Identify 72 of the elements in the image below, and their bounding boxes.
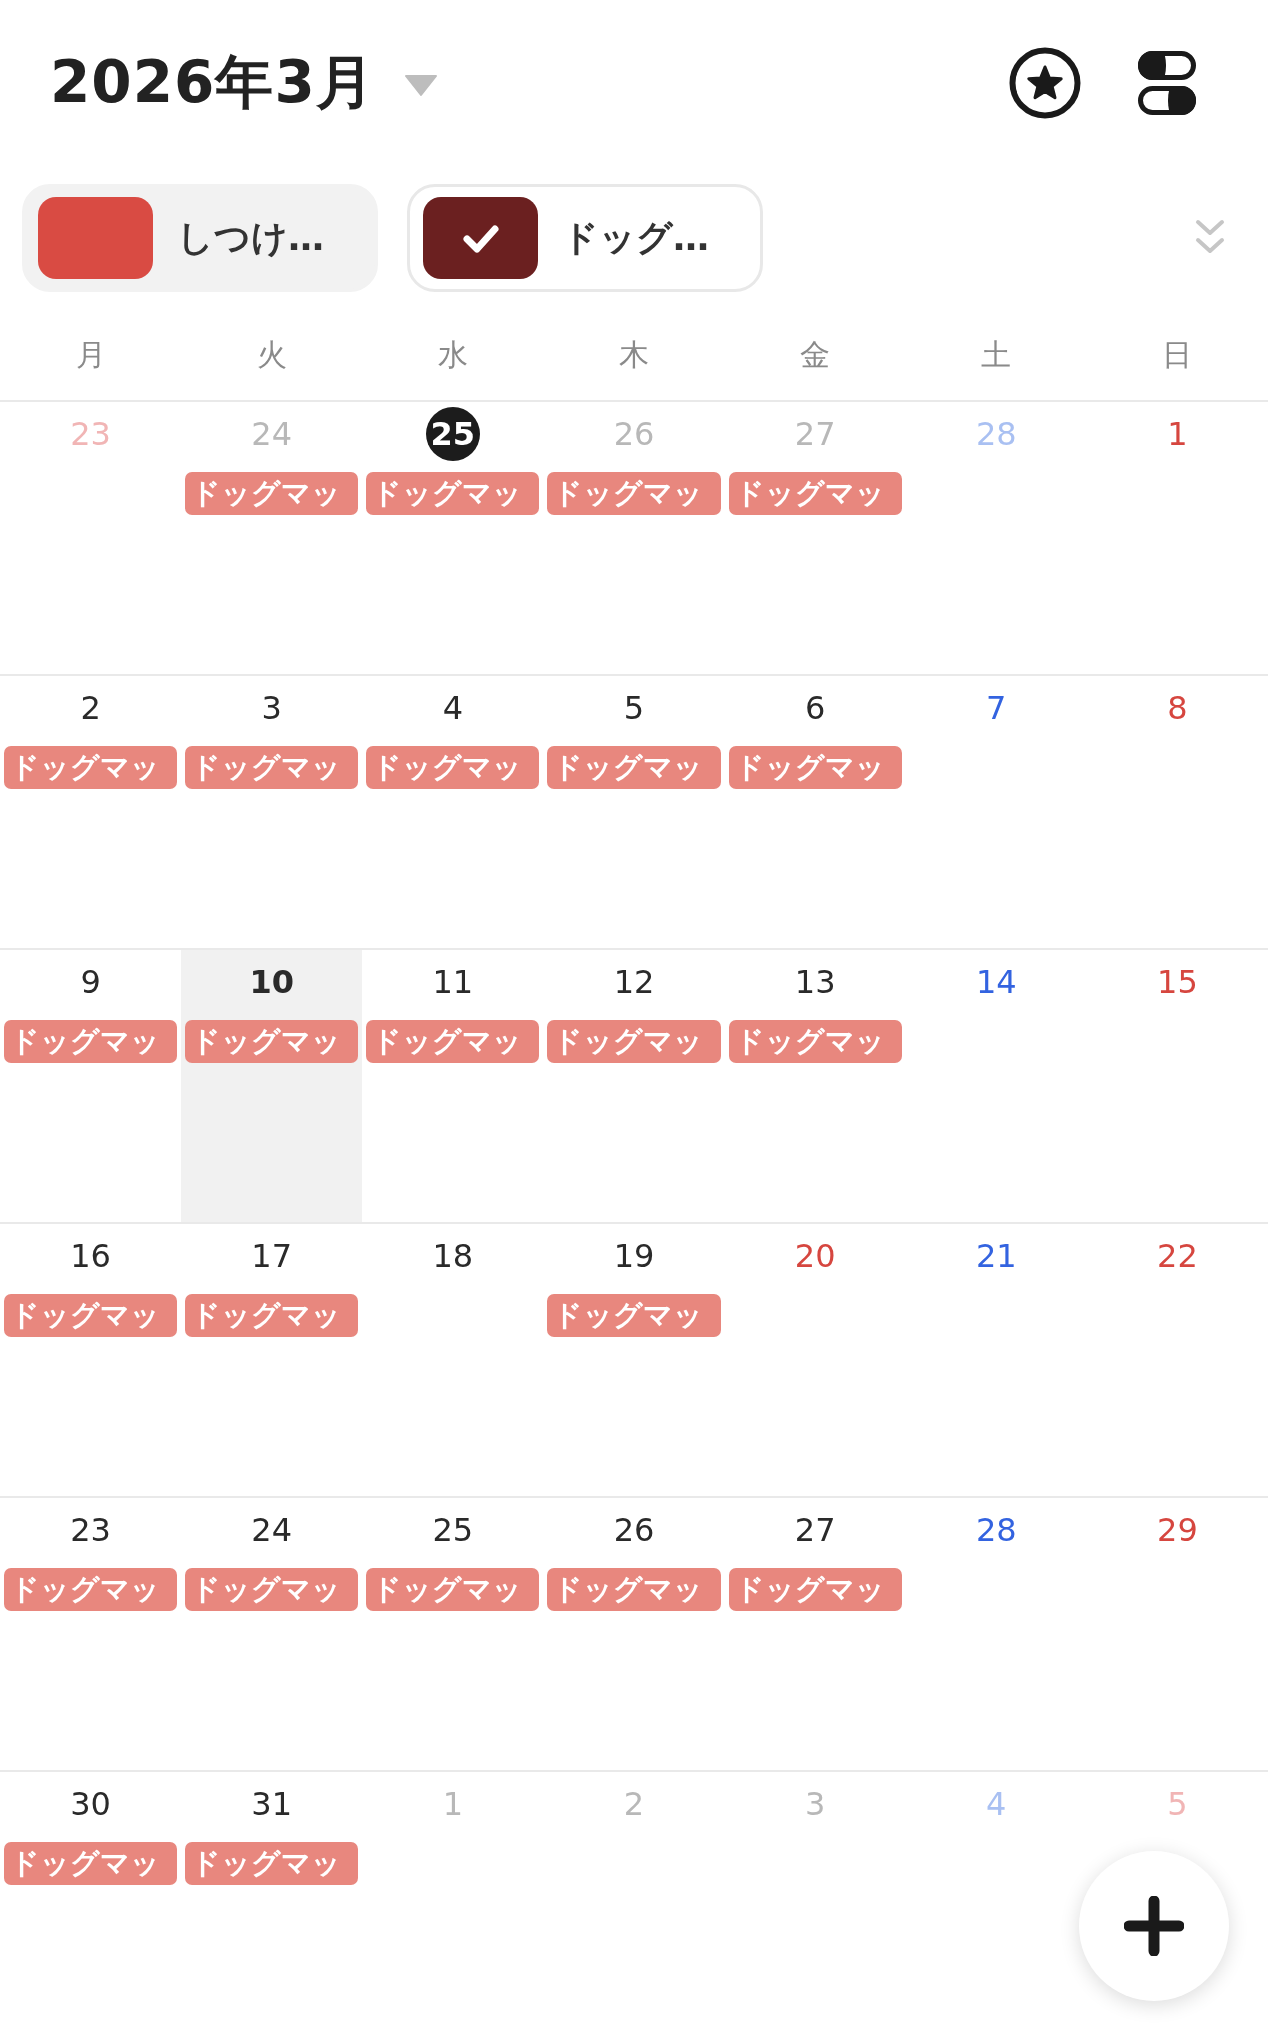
event-chip[interactable]: ドッグマッ <box>366 472 540 515</box>
event-chip[interactable]: ドッグマッ <box>4 746 178 789</box>
event-chip[interactable]: ドッグマッ <box>4 1568 178 1611</box>
event-chip[interactable]: ドッグマッ <box>185 1568 359 1611</box>
event-chip[interactable]: ドッグマッ <box>547 472 721 515</box>
day-number[interactable]: 6 <box>788 681 843 735</box>
day-number[interactable]: 21 <box>969 1229 1024 1283</box>
day-number[interactable]: 27 <box>788 1503 843 1557</box>
checkbox-icon[interactable] <box>38 197 153 279</box>
day-number[interactable]: 31 <box>244 1777 299 1831</box>
event-chip[interactable]: ドッグマッ <box>366 1020 540 1063</box>
day-number[interactable]: 23 <box>63 1503 118 1557</box>
day-number[interactable]: 12 <box>607 955 661 1009</box>
filter-chip[interactable]: ドッグ… <box>407 184 763 292</box>
day-number[interactable]: 24 <box>244 1503 299 1557</box>
day-number[interactable]: 30 <box>63 1777 118 1831</box>
day-number[interactable]: 7 <box>969 681 1024 735</box>
day-number[interactable]: 10 <box>244 955 299 1009</box>
weekday-label: 日 <box>1162 335 1193 374</box>
day-number[interactable]: 9 <box>63 955 118 1009</box>
weekday-label: 水 <box>437 335 468 374</box>
day-number[interactable]: 2 <box>63 681 118 735</box>
event-chip[interactable]: ドッグマッ <box>366 1568 540 1611</box>
weekday-label: 木 <box>619 335 649 374</box>
day-number[interactable]: 19 <box>607 1229 661 1283</box>
event-chip[interactable]: ドッグマッ <box>547 1568 721 1611</box>
day-number[interactable]: 4 <box>425 681 480 735</box>
weekday-label: 金 <box>800 335 831 374</box>
day-number[interactable]: 1 <box>1150 407 1205 461</box>
day-number[interactable]: 16 <box>63 1229 118 1283</box>
checkbox-icon[interactable] <box>423 197 538 279</box>
event-chip[interactable]: ドッグマッ <box>185 746 359 789</box>
day-number[interactable]: 28 <box>969 1503 1024 1557</box>
day-number[interactable]: 17 <box>244 1229 299 1283</box>
event-chip[interactable]: ドッグマッ <box>4 1294 178 1337</box>
day-number[interactable]: 13 <box>788 955 843 1009</box>
day-number[interactable]: 20 <box>788 1229 843 1283</box>
day-number[interactable]: 29 <box>1150 1503 1205 1557</box>
filter-chip[interactable]: しつけ… <box>22 184 378 292</box>
day-number[interactable]: 25 <box>425 1503 480 1557</box>
event-chip[interactable]: ドッグマッ <box>185 1842 359 1885</box>
caret-icon <box>404 75 437 97</box>
day-number[interactable]: 11 <box>425 955 480 1009</box>
day-number[interactable]: 22 <box>1150 1229 1205 1283</box>
day-number[interactable]: 25 <box>425 407 480 461</box>
event-chip[interactable]: ドッグマッ <box>366 746 540 789</box>
event-chip[interactable]: ドッグマッ <box>4 1842 178 1885</box>
event-chip[interactable]: ドッグマッ <box>547 746 721 789</box>
month-picker[interactable]: 2026年3月 <box>50 44 437 122</box>
weekday-label: 月 <box>75 335 106 374</box>
event-chip[interactable]: ドッグマッ <box>185 472 359 515</box>
selected-day-cell[interactable]: 10 ドッグマッ <box>181 950 363 1222</box>
weekday-label: 火 <box>256 335 287 374</box>
day-number[interactable]: 15 <box>1150 955 1205 1009</box>
event-chip[interactable]: ドッグマッ <box>728 1568 902 1611</box>
event-chip[interactable]: ドッグマッ <box>185 1294 359 1337</box>
event-chip[interactable]: ドッグマッ <box>728 472 902 515</box>
day-number[interactable]: 5 <box>607 681 661 735</box>
day-number[interactable]: 18 <box>425 1229 480 1283</box>
event-chip[interactable]: ドッグマッ <box>728 746 902 789</box>
event-chip[interactable]: ドッグマッ <box>185 1020 359 1063</box>
day-number[interactable]: 26 <box>607 1503 661 1557</box>
day-number[interactable]: 8 <box>1150 681 1205 735</box>
day-number[interactable]: 3 <box>244 681 299 735</box>
event-chip[interactable]: ドッグマッ <box>728 1020 902 1063</box>
event-chip[interactable]: ドッグマッ <box>4 1020 178 1063</box>
plus-icon <box>1124 1896 1184 1956</box>
day-number[interactable]: 14 <box>969 955 1024 1009</box>
event-chip[interactable]: ドッグマッ <box>547 1294 721 1337</box>
toggles-icon[interactable] <box>1138 51 1196 115</box>
event-chip[interactable]: ドッグマッ <box>547 1020 721 1063</box>
weekday-label: 土 <box>981 335 1012 374</box>
